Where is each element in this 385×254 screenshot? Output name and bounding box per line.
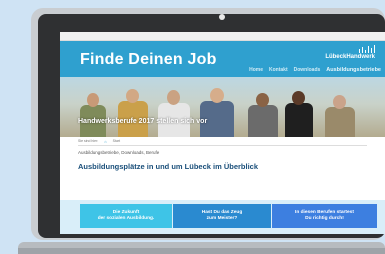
website-screen: Finde Deinen Job LübeckHandwerk Home Kon… (60, 32, 385, 234)
tag-links[interactable]: Ausbildungsbetriebe, Downloads, Berufe (60, 146, 385, 155)
nav-kontakt[interactable]: Kontakt (269, 67, 288, 73)
breadcrumb-prefix: Sie sind hier: (78, 139, 99, 143)
browser-toolbar (60, 32, 385, 41)
logo-bars-icon (311, 45, 375, 53)
camera-icon (219, 14, 225, 20)
hero-caption: Handwerksberufe 2017 stellen sich vor (78, 118, 208, 125)
cta-berufe-button[interactable]: In diesen Berufen startest Du richtig du… (272, 204, 377, 228)
cta-meister-button[interactable]: Hast Du das Zeug zum Meister? (173, 204, 271, 228)
person-head (167, 90, 180, 105)
nav-downloads[interactable]: Downloads (294, 67, 321, 73)
cta-3-line2: Du richtig durch! (305, 216, 344, 221)
cta-button-row: Die Zukunft der sozialen Ausbildung. Has… (60, 200, 385, 234)
hero-image: Handwerksberufe 2017 stellen sich vor (60, 77, 385, 137)
nav-ausbildungsbetriebe[interactable]: Ausbildungsbetriebe (326, 67, 381, 73)
main-nav: Home Kontakt Downloads Ausbildungsbetrie… (249, 67, 381, 73)
cta-zukunft-button[interactable]: Die Zukunft der sozialen Ausbildung. (80, 204, 172, 228)
nav-home[interactable]: Home (249, 67, 263, 73)
person-head (256, 93, 269, 107)
cta-2-line2: zum Meister? (206, 216, 238, 221)
person-figure (248, 105, 278, 137)
person-figure (325, 107, 355, 137)
page-headline: Ausbildungsplätze in und um Lübeck im Üb… (78, 162, 259, 171)
person-figure (285, 103, 313, 137)
site-header: Finde Deinen Job LübeckHandwerk Home Kon… (60, 41, 385, 77)
logo-text: LübeckHandwerk (325, 54, 375, 60)
person-head (126, 89, 139, 103)
home-icon[interactable]: ⌂ (104, 139, 106, 144)
site-title: Finde Deinen Job (80, 51, 217, 68)
cta-1-line2: der sozialen Ausbildung. (97, 216, 155, 221)
breadcrumb: Sie sind hier: ⌂ Start (60, 137, 385, 145)
person-head (292, 91, 305, 105)
laptop-base-shadow (18, 248, 385, 254)
person-head (87, 93, 99, 107)
breadcrumb-start[interactable]: Start (113, 139, 120, 143)
handwerk-logo[interactable]: LübeckHandwerk (311, 45, 375, 61)
person-head (210, 88, 224, 103)
person-head (333, 95, 346, 109)
